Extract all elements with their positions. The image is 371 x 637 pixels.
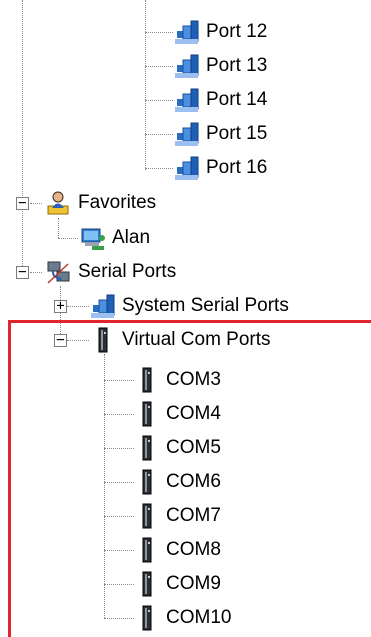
serial-port-icon: [174, 52, 200, 80]
tree-item-label: Port 12: [206, 21, 268, 42]
tree-line: [30, 272, 42, 273]
serial-port-icon: [174, 18, 200, 46]
collapse-favorites-toggle[interactable]: −: [16, 196, 29, 210]
tree-line: [30, 203, 42, 204]
expand-system-serial-ports-toggle[interactable]: +: [54, 299, 67, 313]
collapse-serial-ports-toggle[interactable]: −: [16, 265, 29, 279]
tree-line: [145, 0, 146, 170]
tree-item-label: Favorites: [78, 192, 157, 213]
tree-line: [145, 168, 173, 169]
tree-line: [145, 100, 173, 101]
tree-item-port-14[interactable]: Port 14: [174, 83, 267, 117]
serial-port-icon: [174, 154, 200, 182]
network-computer-icon: [80, 224, 106, 252]
tree-line: [145, 66, 173, 67]
tree-item-label: Alan: [112, 227, 151, 248]
tree-item-label: Serial Ports: [78, 261, 177, 282]
tree-item-label: Port 16: [206, 157, 268, 178]
tree-item-favorites[interactable]: Favorites: [46, 186, 156, 220]
tree-line: [145, 134, 173, 135]
serial-port-icon: [90, 292, 116, 320]
highlight-box: [8, 320, 371, 637]
device-tree: Port 12 Port 13 Port 14 Port 15 Port 16 …: [0, 0, 371, 637]
tree-line: [58, 238, 78, 239]
tree-item-port-12[interactable]: Port 12: [174, 15, 267, 49]
tree-item-label: System Serial Ports: [122, 295, 289, 316]
user-folder-icon: [46, 189, 72, 217]
tree-item-alan[interactable]: Alan: [80, 221, 150, 255]
tree-item-port-15[interactable]: Port 15: [174, 117, 267, 151]
tree-item-port-13[interactable]: Port 13: [174, 49, 267, 83]
tree-line: [67, 306, 89, 307]
tree-item-label: Port 13: [206, 55, 268, 76]
tree-line: [145, 32, 173, 33]
tree-item-serial-ports[interactable]: Serial Ports: [46, 255, 176, 289]
tree-item-system-serial-ports[interactable]: System Serial Ports: [90, 289, 289, 323]
tree-item-port-16[interactable]: Port 16: [174, 151, 267, 185]
tree-line: [22, 0, 23, 272]
serial-port-icon: [174, 86, 200, 114]
serial-cable-icon: [46, 258, 72, 286]
tree-line: [58, 218, 59, 238]
tree-item-label: Port 15: [206, 123, 268, 144]
tree-item-label: Port 14: [206, 89, 268, 110]
serial-port-icon: [174, 120, 200, 148]
